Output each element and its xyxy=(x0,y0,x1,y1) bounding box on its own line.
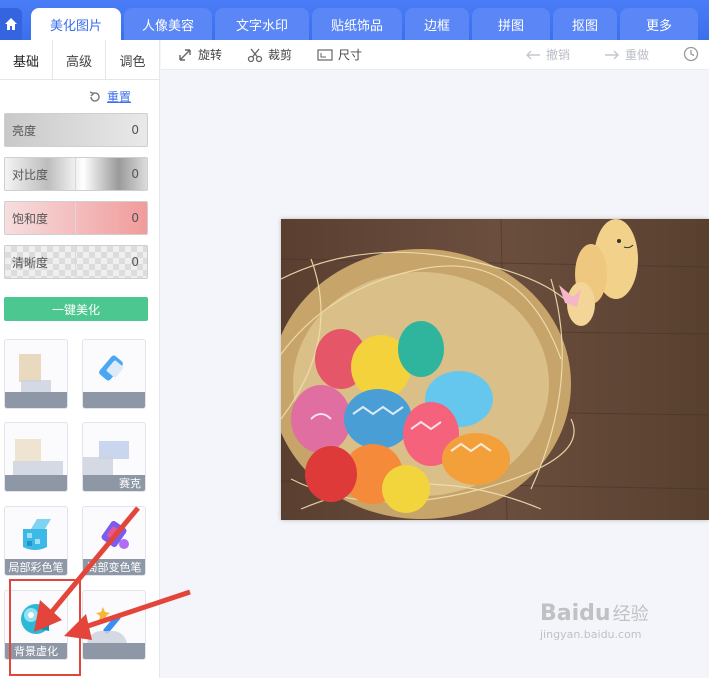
image-editor-app: 美化图片 人像美容 文字水印 贴纸饰品 边框 拼图 抠图 更多 基础 高级 调色… xyxy=(0,0,709,678)
watermark-brand: Baidu xyxy=(540,600,611,626)
baidu-watermark: Baidu 经验 jingyan.baidu.com xyxy=(540,600,649,642)
watermark-brand-cn: 经验 xyxy=(612,604,649,625)
annotation-arrows xyxy=(34,506,191,640)
watermark-url: jingyan.baidu.com xyxy=(540,628,642,641)
